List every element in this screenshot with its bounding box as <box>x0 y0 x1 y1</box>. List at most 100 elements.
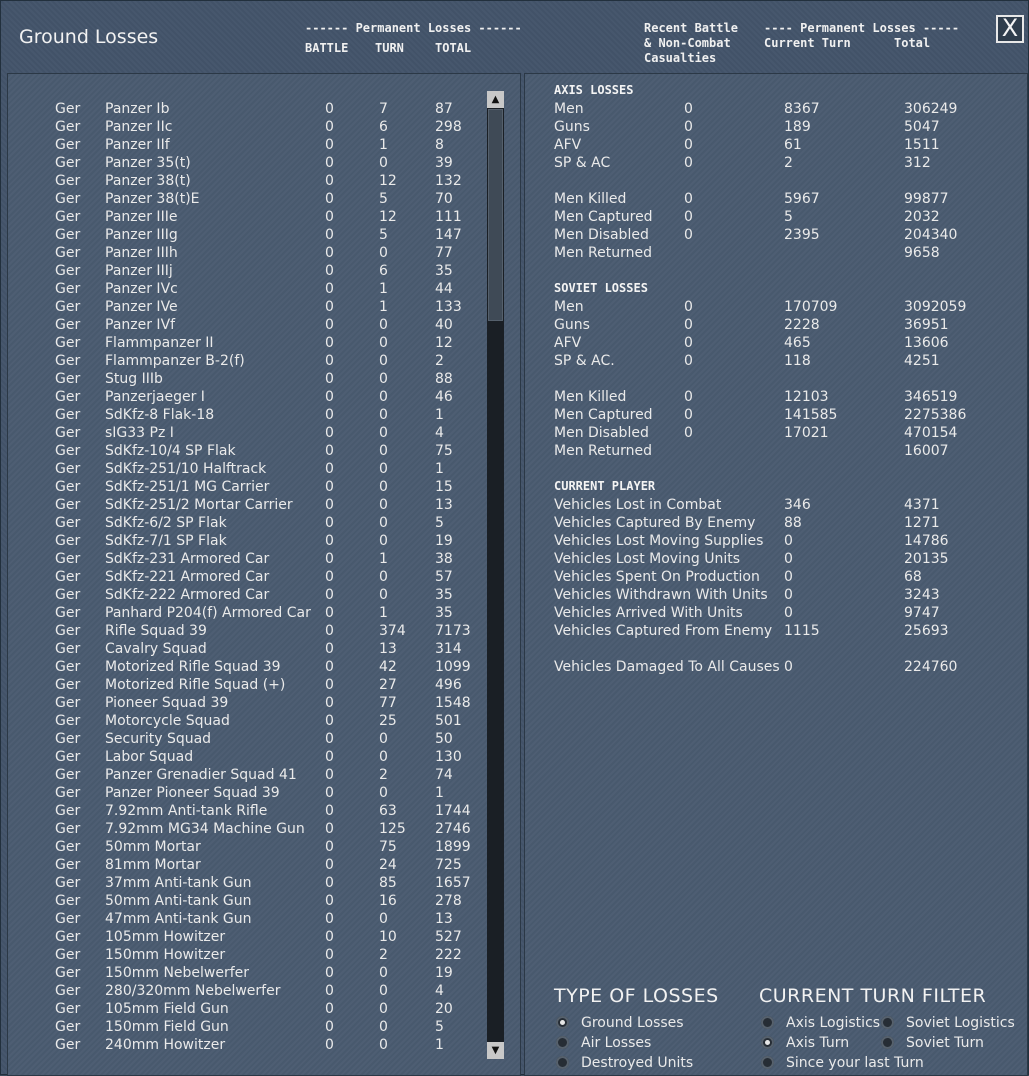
turn-cell: 27 <box>379 677 397 693</box>
turn-cell: 0 <box>379 245 388 261</box>
unit-name-cell: Panzer 38(t) <box>105 173 191 189</box>
nation-cell: Ger <box>55 119 81 135</box>
scroll-down-button[interactable]: ▼ <box>487 1042 504 1059</box>
nation-cell: Ger <box>55 551 81 567</box>
header-recent-battle-2: & Non-Combat <box>644 36 731 50</box>
battle-cell: 0 <box>325 479 334 495</box>
total-cell: 1744 <box>435 803 471 819</box>
current-turn-cell: 0 <box>784 605 793 621</box>
turn-cell: 1 <box>379 281 388 297</box>
radio-icon <box>761 1016 774 1029</box>
nation-cell: Ger <box>55 353 81 369</box>
battle-cell: 0 <box>325 821 334 837</box>
nation-cell: Ger <box>55 839 81 855</box>
current-turn-cell: 5967 <box>784 191 820 207</box>
stat-label: Men <box>554 101 584 117</box>
total-cell: 278 <box>435 893 462 909</box>
total-cell: 1 <box>435 785 444 801</box>
unit-name-cell: SdKfz-251/10 Halftrack <box>105 461 267 477</box>
unit-name-cell: Panzer Pioneer Squad 39 <box>105 785 280 801</box>
turn-cell: 12 <box>379 173 397 189</box>
total-cell: 470154 <box>904 425 958 441</box>
turn-cell: 0 <box>379 479 388 495</box>
total-cell: 87 <box>435 101 453 117</box>
recent-cell: 0 <box>684 299 693 315</box>
turn-cell: 2 <box>379 767 388 783</box>
total-cell: 147 <box>435 227 462 243</box>
total-cell: 1511 <box>904 137 940 153</box>
stat-label: AFV <box>554 335 582 351</box>
total-cell: 527 <box>435 929 462 945</box>
stat-label: Men Disabled <box>554 227 649 243</box>
nation-cell: Ger <box>55 137 81 153</box>
turn-cell: 6 <box>379 263 388 279</box>
total-cell: 2275386 <box>904 407 967 423</box>
battle-cell: 0 <box>325 299 334 315</box>
turn-cell: 25 <box>379 713 397 729</box>
radio-label: Ground Losses <box>581 1015 684 1031</box>
total-cell: 224760 <box>904 659 958 675</box>
recent-cell: 0 <box>684 407 693 423</box>
ground-losses-list: Ger Panzer Ib 0 7 87 Ger Panzer IIc 0 6 298 Ger Pan… <box>7 73 521 1076</box>
total-cell: 1 <box>435 407 444 423</box>
unit-name-cell: Motorized Rifle Squad 39 <box>105 659 281 675</box>
total-cell: 39 <box>435 155 453 171</box>
total-cell: 222 <box>435 947 462 963</box>
total-cell: 7173 <box>435 623 471 639</box>
battle-cell: 0 <box>325 551 334 567</box>
battle-cell: 0 <box>325 965 334 981</box>
nation-cell: Ger <box>55 299 81 315</box>
unit-name-cell: 105mm Howitzer <box>105 929 226 945</box>
unit-name-cell: 7.92mm Anti-tank Rifle <box>105 803 268 819</box>
nation-cell: Ger <box>55 101 81 117</box>
current-turn-cell: 0 <box>784 659 793 675</box>
scrollbar[interactable]: ▲ ▼ <box>487 91 504 1059</box>
header-recent-battle-1: Recent Battle <box>644 21 738 35</box>
radio-label: Air Losses <box>581 1035 652 1051</box>
turn-cell: 5 <box>379 227 388 243</box>
nation-cell: Ger <box>55 443 81 459</box>
header-recent-battle-3: Casualties <box>644 51 717 65</box>
current-turn-cell: 2395 <box>784 227 820 243</box>
unit-name-cell: SdKfz-10/4 SP Flak <box>105 443 236 459</box>
stat-label: Vehicles Lost Moving Supplies <box>554 533 764 549</box>
stat-label: Men Killed <box>554 191 627 207</box>
nation-cell: Ger <box>55 1037 81 1053</box>
total-cell: 40 <box>435 317 453 333</box>
nation-cell: Ger <box>55 893 81 909</box>
total-cell: 44 <box>435 281 453 297</box>
unit-name-cell: Panzer IVc <box>105 281 178 297</box>
total-cell: 16007 <box>904 443 949 459</box>
total-cell: 19 <box>435 533 453 549</box>
current-turn-cell: 12103 <box>784 389 829 405</box>
header-right-total: Total <box>894 36 931 50</box>
unit-name-cell: Panzer IIc <box>105 119 173 135</box>
nation-cell: Ger <box>55 605 81 621</box>
unit-name-cell: Flammpanzer B-2(f) <box>105 353 245 369</box>
turn-cell: 0 <box>379 335 388 351</box>
turn-cell: 0 <box>379 1001 388 1017</box>
turn-cell: 0 <box>379 515 388 531</box>
turn-cell: 0 <box>379 965 388 981</box>
battle-cell: 0 <box>325 605 334 621</box>
unit-name-cell: SdKfz-251/2 Mortar Carrier <box>105 497 293 513</box>
nation-cell: Ger <box>55 263 81 279</box>
total-cell: 77 <box>435 245 453 261</box>
total-cell: 111 <box>435 209 462 225</box>
turn-cell: 2 <box>379 947 388 963</box>
battle-cell: 0 <box>325 317 334 333</box>
stat-label: Vehicles Lost in Combat <box>554 497 722 513</box>
type-of-losses-title: TYPE OF LOSSES <box>554 985 719 1007</box>
nation-cell: Ger <box>55 479 81 495</box>
turn-cell: 0 <box>379 785 388 801</box>
soviet-losses-title: SOVIET LOSSES <box>554 281 648 295</box>
scroll-up-button[interactable]: ▲ <box>487 91 504 108</box>
current-turn-cell: 1115 <box>784 623 820 639</box>
scrollbar-thumb[interactable] <box>488 109 503 321</box>
turn-cell: 0 <box>379 533 388 549</box>
nation-cell: Ger <box>55 389 81 405</box>
header-battle: BATTLE <box>305 41 349 55</box>
left-header-group: ------ Permanent Losses ------ <box>305 21 522 35</box>
total-cell: 36951 <box>904 317 949 333</box>
close-button[interactable]: X <box>996 15 1024 43</box>
